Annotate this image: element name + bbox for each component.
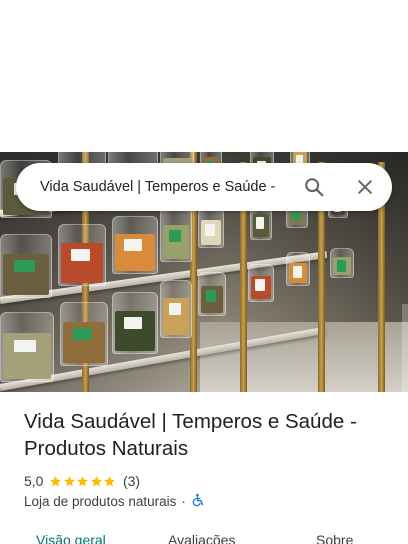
search-input[interactable]: Vida Saudável | Temperos e Saúde - [40, 163, 292, 211]
tab-overview[interactable]: Visão geral [36, 532, 106, 544]
jar-label [205, 224, 216, 237]
close-icon[interactable] [351, 173, 379, 201]
place-title: Vida Saudável | Temperos e Saúde - Produ… [24, 410, 357, 460]
product-jar [112, 292, 158, 354]
jar-label [256, 217, 265, 230]
jar-label [336, 260, 346, 273]
product-jar [198, 272, 226, 316]
jar-label [124, 239, 143, 252]
star-icon [50, 475, 62, 486]
jar-label [72, 327, 92, 340]
rating-row[interactable]: 5,0 (3) [24, 472, 140, 490]
star-icon [77, 475, 89, 486]
jar-label [168, 303, 182, 316]
review-count[interactable]: (3) [123, 473, 140, 489]
separator-dot: · [181, 493, 186, 509]
product-jar [198, 208, 224, 248]
product-jar [286, 252, 310, 286]
star-icon [64, 475, 75, 486]
tab-reviews[interactable]: Avaliações [168, 532, 235, 544]
jar-label [205, 289, 217, 302]
category-row: Loja de produtos naturais · [24, 492, 205, 510]
jar-label [168, 229, 182, 242]
rating-score: 5,0 [24, 473, 44, 489]
product-jar [0, 234, 52, 298]
tab-about[interactable]: Sobre [316, 532, 353, 544]
jar-label [292, 265, 302, 278]
place-tabs: Visão geral Avaliações Sobre [0, 528, 408, 544]
product-jar [112, 216, 158, 274]
jar-label [70, 249, 90, 261]
wheelchair-icon [191, 493, 205, 510]
jar-label [255, 279, 266, 292]
place-category[interactable]: Loja de produtos naturais [24, 494, 176, 509]
product-jar [248, 264, 274, 302]
star-icon [91, 475, 102, 486]
product-jar [330, 248, 354, 278]
product-jar [0, 312, 54, 382]
rating-stars [49, 475, 117, 488]
product-jar [160, 208, 192, 262]
search-bar[interactable]: Vida Saudável | Temperos e Saúde - [16, 163, 392, 211]
jar-label [13, 259, 35, 272]
jar-label [124, 317, 143, 329]
product-jar [60, 302, 108, 366]
photo-scroll-indicator [402, 304, 408, 392]
star-icon [104, 475, 116, 486]
search-icon[interactable] [300, 173, 328, 201]
product-jar [58, 224, 106, 286]
product-jar [160, 280, 192, 338]
jar-label [14, 340, 36, 353]
